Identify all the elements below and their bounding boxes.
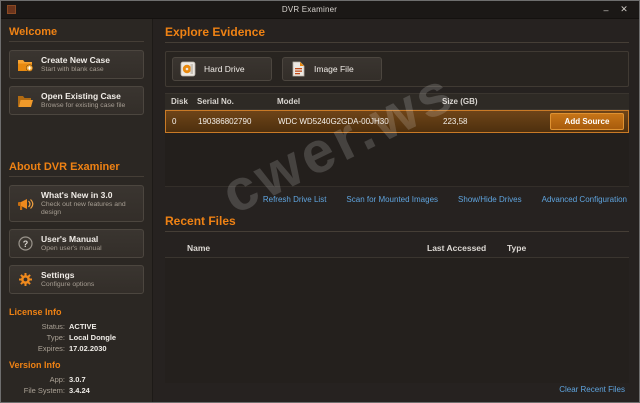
hard-drive-icon (179, 61, 197, 77)
license-type-value: Local Dongle (69, 333, 117, 342)
image-file-label: Image File (314, 64, 354, 74)
settings-sublabel: Configure options (41, 281, 95, 288)
drive-links: Refresh Drive List Scan for Mounted Imag… (165, 195, 627, 204)
license-type-label: Type: (46, 333, 65, 342)
welcome-heading: Welcome (9, 26, 144, 42)
license-info-heading: License Info (9, 307, 62, 317)
license-status-value: ACTIVE (69, 322, 97, 331)
recent-files-heading: Recent Files (165, 214, 629, 232)
drive-disk: 0 (172, 117, 177, 126)
version-filesystem-row: File System: 3.4.24 (9, 385, 144, 396)
drives-table-header: Disk Serial No. Model Size (GB) (165, 93, 629, 110)
drives-header-size: Size (GB) (442, 97, 478, 106)
open-existing-case-button[interactable]: Open Existing Case Browse for existing c… (9, 86, 144, 115)
settings-button[interactable]: Settings Configure options (9, 265, 144, 294)
drive-row[interactable]: 0 190386802790 WDC WD5240G2GDA-00JH30 22… (165, 110, 629, 133)
drive-serial: 190386802790 (198, 117, 252, 126)
hard-drive-button[interactable]: Hard Drive (172, 57, 272, 81)
window-title: DVR Examiner (281, 5, 338, 14)
version-app-row: App: 3.0.7 (9, 374, 144, 385)
dvr-examiner-window: DVR Examiner – ✕ Welcome Create New Case (0, 0, 640, 403)
refresh-drive-list-link[interactable]: Refresh Drive List (263, 195, 327, 204)
clear-recent-files-link[interactable]: Clear Recent Files (559, 385, 625, 394)
open-existing-case-label: Open Existing Case (41, 91, 121, 101)
create-new-case-button[interactable]: Create New Case Start with blank case (9, 50, 144, 79)
question-icon: ? (16, 236, 34, 252)
version-app-value: 3.0.7 (69, 375, 86, 384)
license-status-label: Status: (41, 322, 65, 331)
scan-mounted-images-link[interactable]: Scan for Mounted Images (346, 195, 438, 204)
window-body: Welcome Create New Case Start with blank… (1, 19, 639, 402)
recent-header-type: Type (507, 243, 527, 253)
whats-new-label: What's New in 3.0 (41, 190, 113, 200)
footer: Clear Recent Files (165, 383, 629, 396)
settings-label: Settings (41, 270, 75, 280)
users-manual-sublabel: Open user's manual (41, 245, 102, 252)
license-type-row: Type: Local Dongle (9, 332, 144, 343)
svg-text:?: ? (22, 239, 28, 249)
version-app-label: App: (49, 375, 65, 384)
gear-icon (16, 272, 34, 288)
explore-evidence-heading: Explore Evidence (165, 25, 629, 43)
recent-files-empty-area (165, 258, 629, 383)
version-filesystem-label: File System: (23, 386, 65, 395)
drives-header-serial: Serial No. (197, 97, 234, 106)
source-buttons-panel: Hard Drive Image File (165, 51, 629, 87)
users-manual-label: User's Manual (41, 234, 99, 244)
drive-size: 223,58 (443, 117, 468, 126)
whats-new-sublabel: Check out new features and design (41, 201, 126, 216)
recent-header-name: Name (187, 243, 211, 253)
megaphone-icon (16, 196, 34, 212)
create-new-case-label: Create New Case (41, 55, 110, 65)
sidebar: Welcome Create New Case Start with blank… (1, 19, 153, 402)
open-existing-case-sublabel: Browse for existing case file (41, 102, 126, 109)
license-status-row: Status: ACTIVE (9, 321, 144, 332)
folder-plus-icon (16, 57, 34, 73)
drive-model: WDC WD5240G2GDA-00JH30 (278, 117, 389, 126)
license-expires-label: Expires: (37, 344, 65, 353)
close-button[interactable]: ✕ (615, 2, 633, 17)
show-hide-drives-link[interactable]: Show/Hide Drives (458, 195, 522, 204)
recent-files-table-header: Name Last Accessed Type (165, 240, 629, 258)
drives-header-disk: Disk (171, 97, 188, 106)
drives-table-empty-area (165, 133, 629, 187)
version-filesystem-value: 3.4.24 (69, 386, 90, 395)
image-file-button[interactable]: Image File (282, 57, 382, 81)
recent-header-last-accessed: Last Accessed (427, 243, 487, 253)
license-expires-value: 17.02.2030 (69, 344, 107, 353)
titlebar: DVR Examiner – ✕ (1, 1, 639, 19)
hard-drive-label: Hard Drive (204, 64, 245, 74)
version-info-heading: Version Info (9, 360, 61, 370)
create-new-case-sublabel: Start with blank case (41, 66, 104, 73)
advanced-configuration-link[interactable]: Advanced Configuration (542, 195, 627, 204)
whats-new-button[interactable]: What's New in 3.0 Check out new features… (9, 185, 144, 222)
about-heading: About DVR Examiner (9, 161, 144, 177)
drives-header-model: Model (277, 97, 301, 106)
license-expires-row: Expires: 17.02.2030 (9, 343, 144, 354)
main-panel: cwer.ws Explore Evidence Hard Drive (153, 19, 639, 402)
app-icon (7, 5, 16, 14)
minimize-button[interactable]: – (597, 3, 615, 17)
users-manual-button[interactable]: ? User's Manual Open user's manual (9, 229, 144, 258)
folder-open-icon (16, 93, 34, 109)
image-file-icon (289, 61, 307, 77)
add-source-button[interactable]: Add Source (550, 113, 624, 130)
